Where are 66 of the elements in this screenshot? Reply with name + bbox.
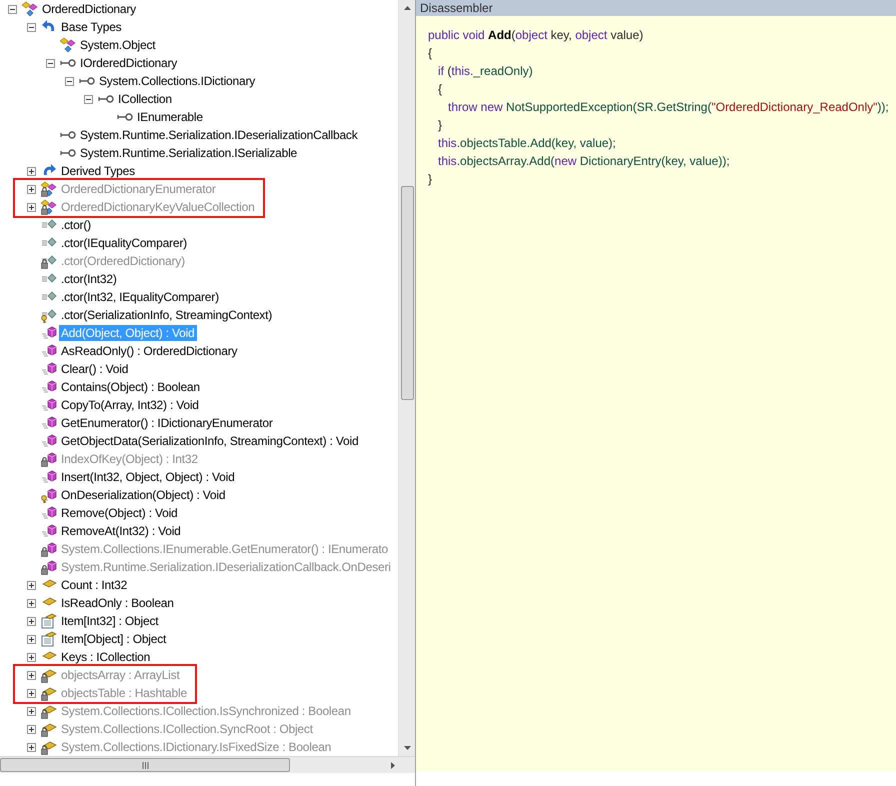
tree-item-label[interactable]: Base Types	[59, 19, 124, 35]
code-line: }	[437, 117, 444, 134]
tree-item-label[interactable]: System.Collections.IDictionary	[97, 73, 258, 89]
tree-item-label[interactable]: OrderedDictionary	[40, 1, 138, 17]
vertical-scrollbar[interactable]	[398, 0, 415, 756]
tree-item-label[interactable]: .ctor(IEqualityComparer)	[59, 235, 189, 251]
code-line: this.objectsTable.Add(key, value);	[437, 135, 617, 152]
grip-icon	[142, 762, 148, 768]
expand-icon[interactable]	[26, 202, 36, 212]
collapse-icon[interactable]	[46, 58, 54, 68]
tree-item-label[interactable]: System.Runtime.Serialization.ISerializable	[78, 145, 300, 161]
tree-item-label[interactable]: AsReadOnly() : OrderedDictionary	[59, 343, 240, 359]
expand-icon[interactable]	[26, 688, 36, 698]
expand-icon[interactable]	[26, 184, 36, 194]
tree-item-label[interactable]: IOrderedDictionary	[78, 55, 180, 71]
tree-item-label[interactable]: Clear() : Void	[59, 361, 130, 377]
expand-icon[interactable]	[26, 634, 36, 644]
scrollbar-thumb[interactable]	[400, 186, 414, 400]
tree-item-label[interactable]: ICollection	[116, 91, 174, 107]
expand-icon[interactable]	[26, 616, 36, 626]
code-line: }	[428, 171, 434, 188]
code-line: this.objectsArray.Add(new DictionaryEntry(key, value));	[437, 153, 731, 170]
tree-item-label[interactable]: Derived Types	[59, 163, 137, 179]
collapse-icon[interactable]	[26, 22, 36, 32]
code-line: throw new NotSupportedException(SR.GetString("OrderedDictionary_ReadOnly"));	[447, 99, 890, 116]
tree-item-label[interactable]: Item[Int32] : Object	[59, 613, 160, 629]
tree-item-label[interactable]: IsReadOnly : Boolean	[59, 595, 176, 611]
tree-item-label[interactable]: Item[Object] : Object	[59, 631, 168, 647]
code-line: {	[437, 81, 444, 98]
tree-item-label[interactable]: .ctor()	[59, 217, 93, 233]
tree-item-label[interactable]: Count : Int32	[59, 577, 130, 593]
expand-icon[interactable]	[26, 706, 36, 716]
tree-item-label[interactable]: System.Object	[78, 37, 158, 53]
tree-item-label[interactable]: RemoveAt(Int32) : Void	[59, 523, 183, 539]
tree-item-label[interactable]: System.Runtime.Serialization.IDeserializationCallback	[78, 127, 360, 143]
expand-icon[interactable]	[26, 580, 36, 590]
tree-item-label[interactable]: Keys : ICollection	[59, 649, 152, 665]
collapse-icon[interactable]	[8, 4, 16, 14]
tree-item-label[interactable]: GetObjectData(SerializationInfo, StreamingContext) : Void	[59, 433, 360, 449]
horizontal-scrollbar[interactable]	[0, 756, 415, 773]
tree-item-label[interactable]: Contains(Object) : Boolean	[59, 379, 202, 395]
tree-item-label[interactable]: .ctor(Int32)	[59, 271, 119, 287]
tree-item-label[interactable]: Insert(Int32, Object, Object) : Void	[59, 469, 237, 485]
collapse-icon[interactable]	[64, 76, 74, 86]
right-arrow-icon[interactable]	[391, 762, 395, 768]
expand-icon[interactable]	[26, 742, 36, 752]
up-arrow-icon[interactable]	[404, 6, 410, 10]
tree-item-label[interactable]: GetEnumerator() : IDictionaryEnumerator	[59, 415, 275, 431]
panel-title: Disassembler	[420, 1, 493, 15]
scrollbar-thumb[interactable]	[0, 758, 290, 772]
collapse-icon[interactable]	[84, 94, 92, 104]
expand-icon[interactable]	[26, 166, 36, 176]
code-line: {	[428, 45, 434, 62]
tree-item-label[interactable]: Remove(Object) : Void	[59, 505, 180, 521]
tree-item-label[interactable]: IEnumerable	[135, 109, 205, 125]
expand-icon[interactable]	[26, 670, 36, 680]
expand-icon[interactable]	[26, 724, 36, 734]
tree-item-label[interactable]: CopyTo(Array, Int32) : Void	[59, 397, 201, 413]
code-line: if (this._readOnly)	[437, 63, 534, 80]
expand-icon[interactable]	[26, 598, 36, 608]
tree-item-label[interactable]: OnDeserialization(Object) : Void	[59, 487, 228, 503]
tree-item-label[interactable]: .ctor(Int32, IEqualityComparer)	[59, 289, 221, 305]
tree-item-label[interactable]: .ctor(SerializationInfo, StreamingContext)	[59, 307, 274, 323]
down-arrow-icon[interactable]	[404, 746, 410, 750]
code-line: public void Add(object key, object value)	[428, 27, 644, 44]
expand-icon[interactable]	[26, 652, 36, 662]
